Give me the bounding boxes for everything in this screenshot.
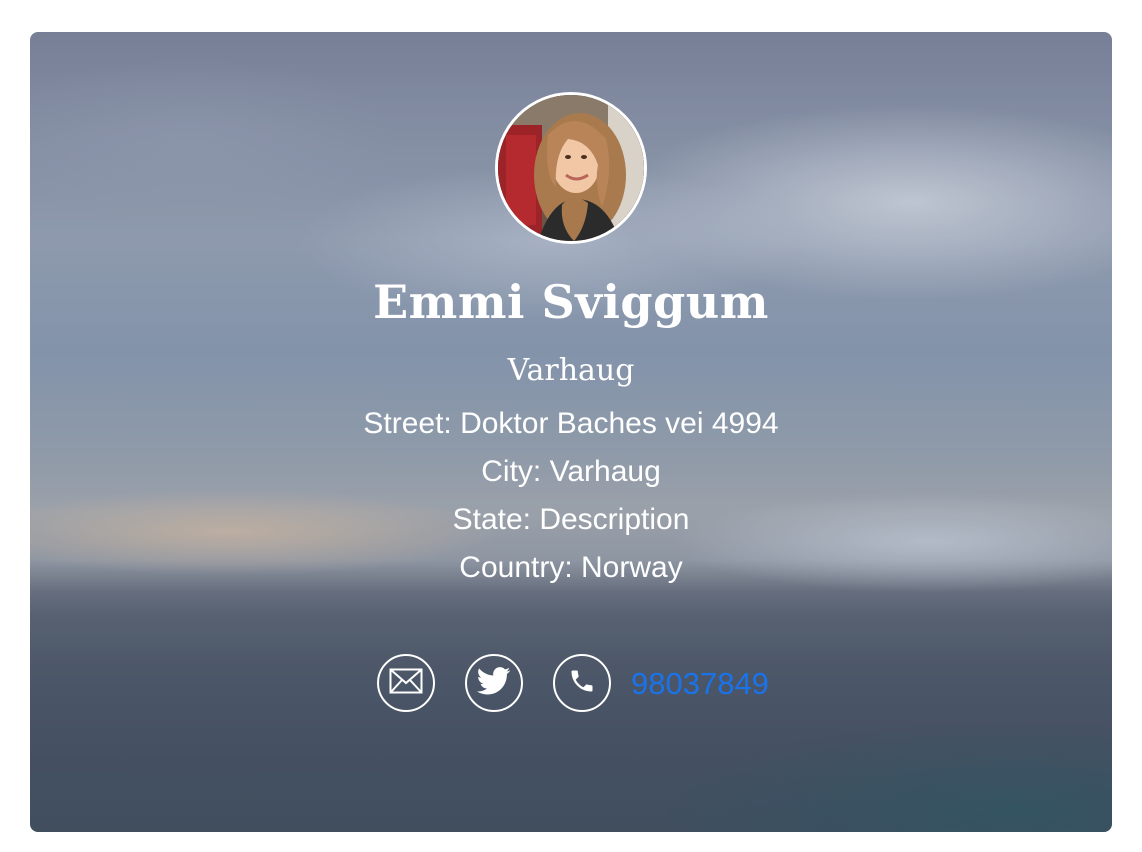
mail-icon — [389, 668, 423, 699]
phone-icon — [568, 667, 596, 700]
street-text: Street: Doktor Baches vei 4994 — [363, 407, 779, 440]
phone-button[interactable] — [553, 654, 611, 712]
avatar-photo — [498, 95, 644, 241]
twitter-icon — [476, 666, 511, 700]
profile-name: Emmi Sviggum — [373, 275, 769, 329]
profile-card: Emmi Sviggum Varhaug Street: Doktor Bach… — [30, 32, 1112, 832]
twitter-button[interactable] — [465, 654, 523, 712]
country-text: Country: Norway — [459, 551, 683, 584]
state-text: State: Description — [452, 503, 690, 536]
phone-number-link[interactable]: 98037849 — [631, 664, 769, 704]
city-text: City: Varhaug — [481, 455, 661, 488]
email-button[interactable] — [377, 654, 435, 712]
profile-subtitle: Varhaug — [507, 353, 635, 388]
avatar — [495, 92, 647, 244]
